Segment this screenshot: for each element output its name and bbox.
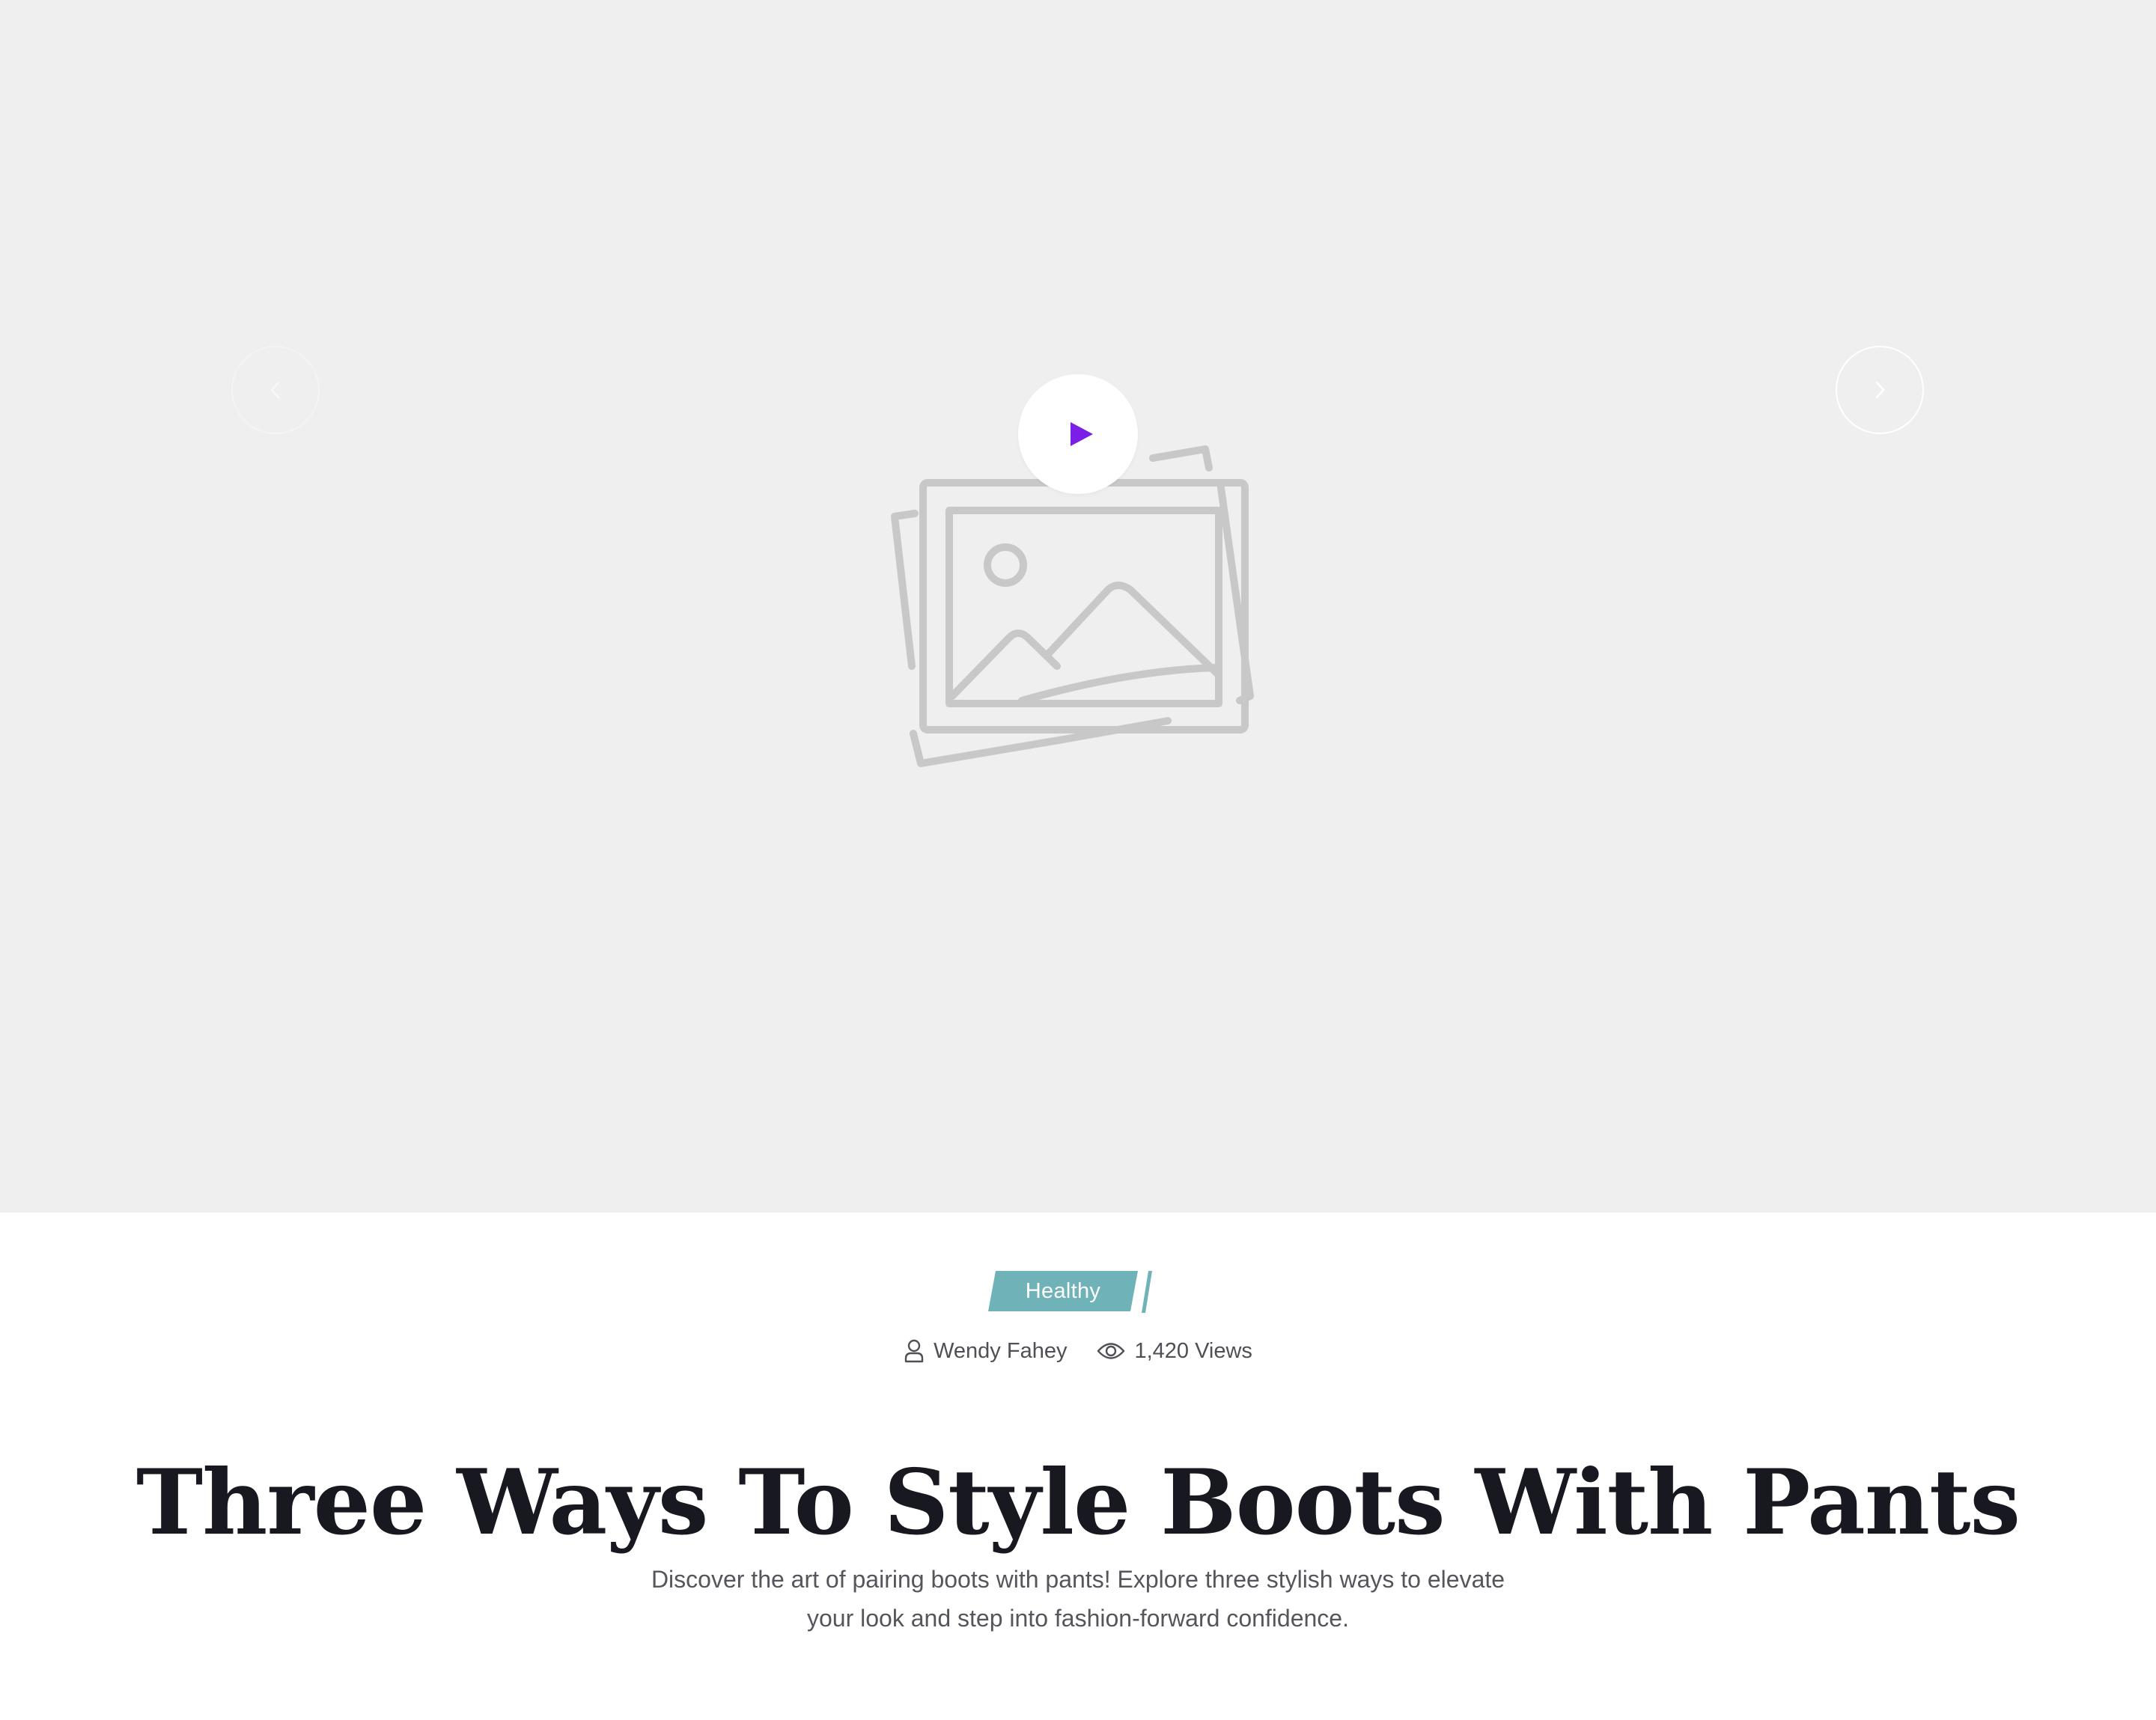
play-icon (1071, 422, 1093, 446)
eye-icon (1097, 1343, 1126, 1359)
post-title: Three Ways To Style Boots With Pants (135, 1450, 2021, 1556)
author-name: Wendy Fahey (934, 1338, 1068, 1363)
post-meta: Wendy Fahey 1,420 Views (0, 1332, 2156, 1370)
post-author[interactable]: Wendy Fahey (904, 1339, 1067, 1364)
post-views: 1,420 Views (1097, 1339, 1252, 1364)
category-tag: Healthy (988, 1271, 1168, 1313)
user-icon (904, 1339, 924, 1363)
featured-media (0, 0, 2156, 1213)
previous-slide-button[interactable] (231, 346, 320, 434)
category-badge[interactable]: Healthy (988, 1271, 1138, 1311)
post-header: Healthy Wendy Fahey 1,420 Views Three Wa… (0, 1213, 2156, 1720)
chevron-right-icon (1875, 381, 1885, 399)
play-video-button[interactable] (1018, 374, 1138, 494)
chevron-left-icon (270, 381, 280, 399)
next-slide-button[interactable] (1836, 346, 1924, 434)
post-page: Healthy Wendy Fahey 1,420 Views Three Wa… (0, 0, 2156, 1720)
views-count: 1,420 Views (1134, 1338, 1252, 1363)
post-excerpt: Discover the art of pairing boots with p… (651, 1566, 1505, 1632)
category-slash-decoration (1142, 1271, 1152, 1313)
